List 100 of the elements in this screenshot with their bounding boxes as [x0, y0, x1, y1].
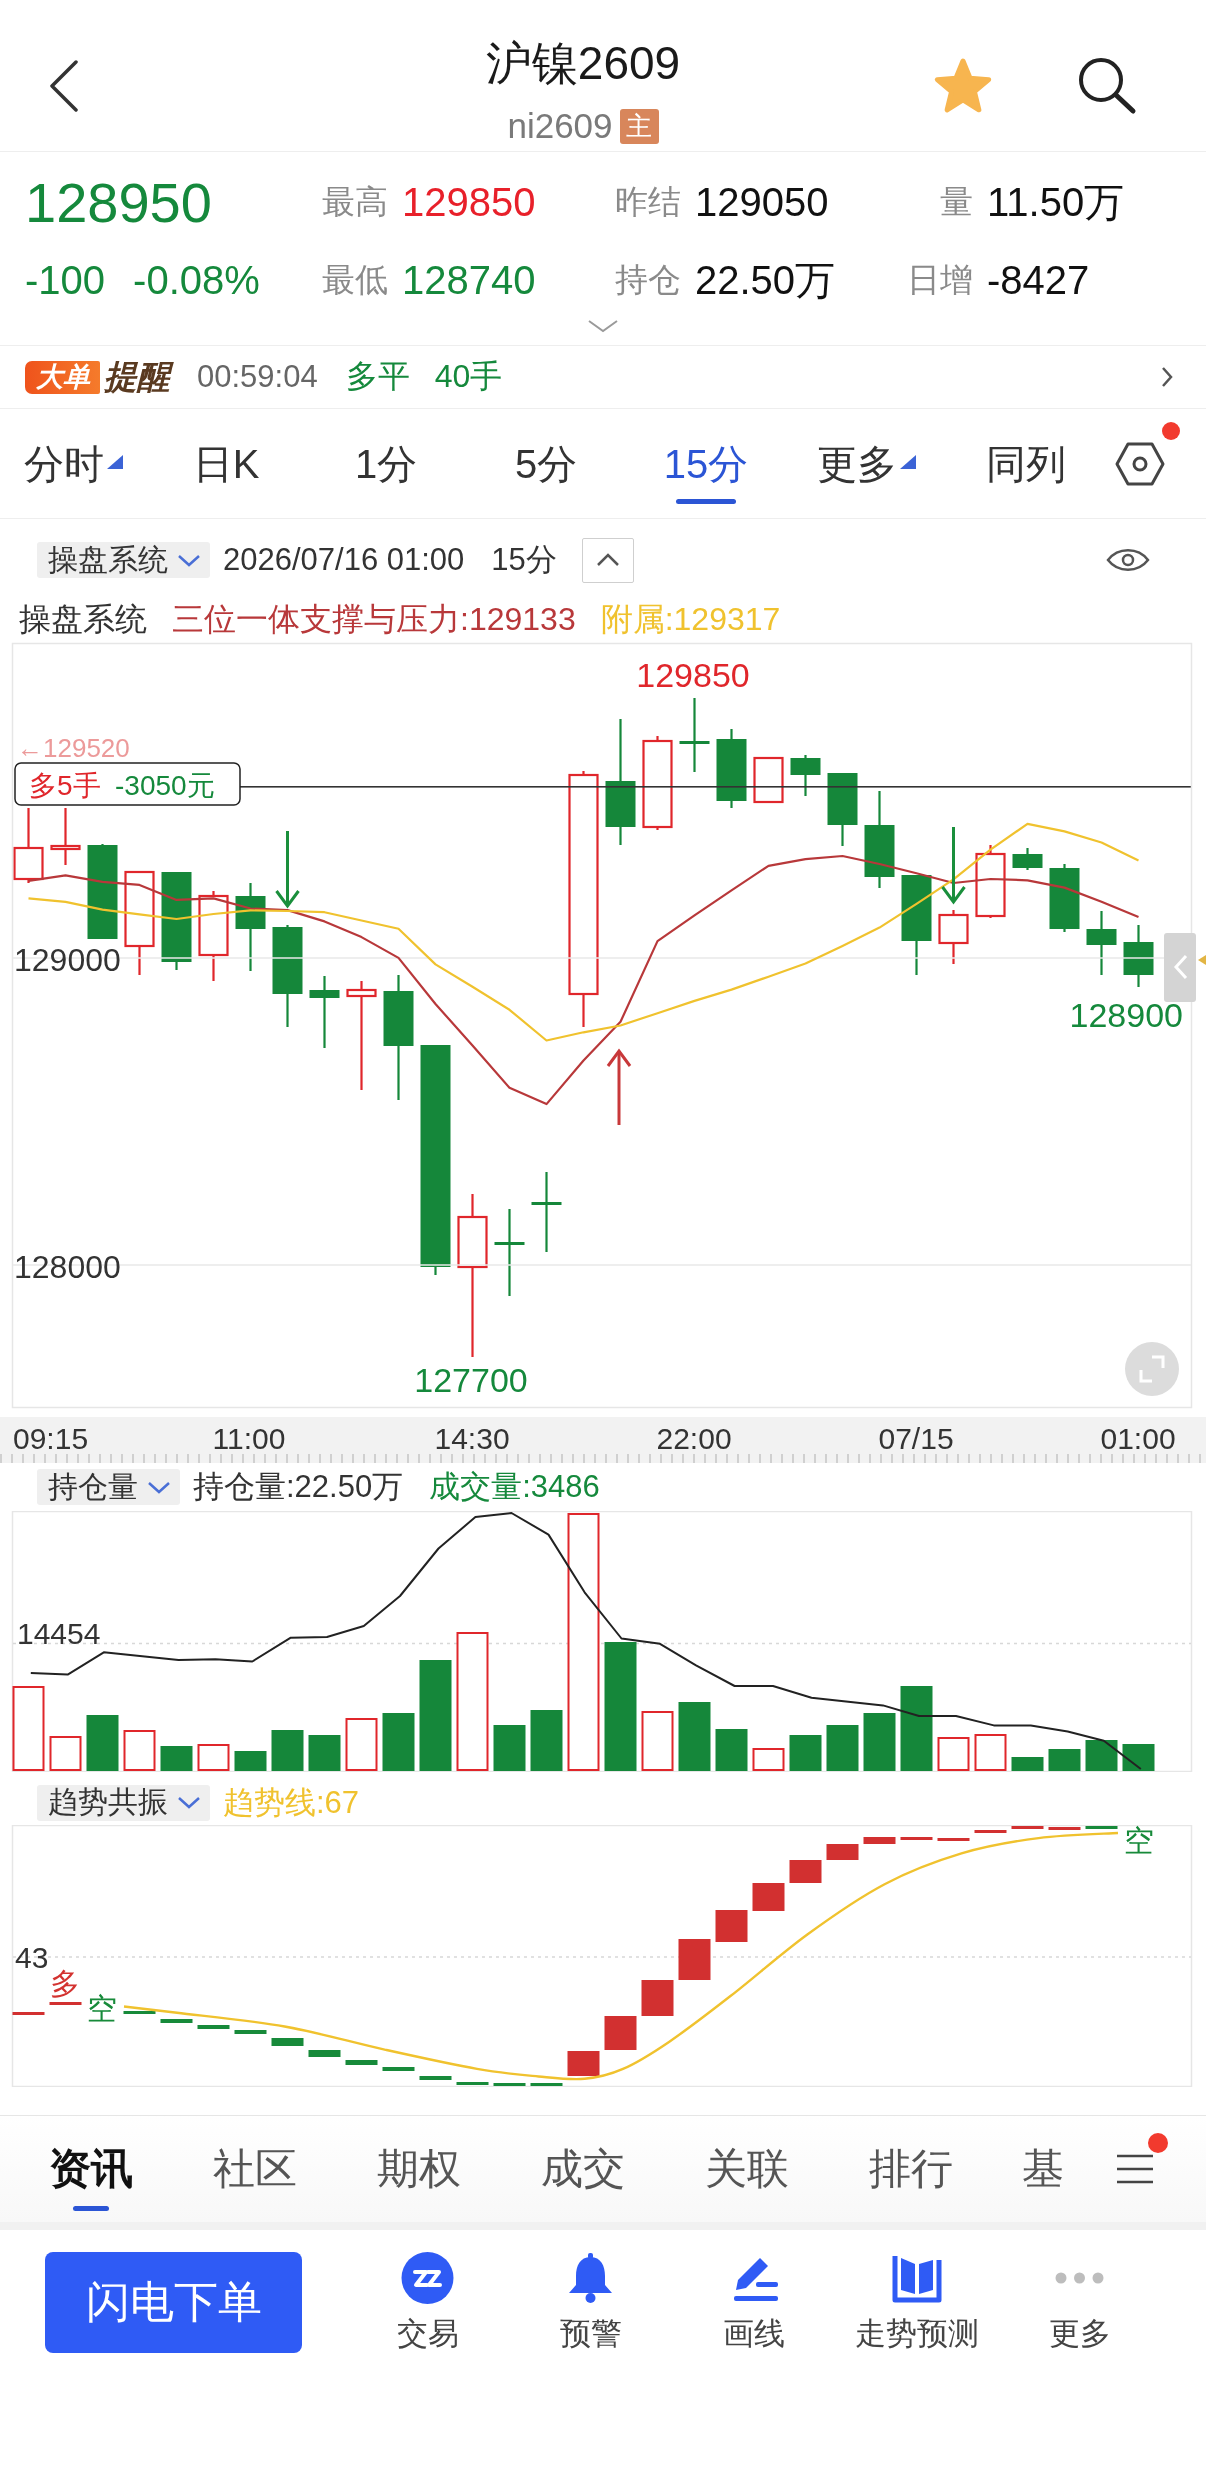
indicator-dropdown[interactable]: 趋势共振 [37, 1784, 210, 1821]
rising-candle [938, 910, 969, 964]
eye-icon[interactable] [1106, 547, 1150, 573]
chart-datetime: 2026/07/16 01:00 [223, 542, 465, 578]
trend-bar [530, 2083, 563, 2086]
trend-bar [271, 2038, 304, 2046]
chevron-left-icon[interactable] [48, 60, 79, 112]
section-tab[interactable]: 排行 [869, 2124, 953, 2214]
axis-label: 128000 [14, 1249, 121, 1285]
price-marker-icon [1198, 955, 1206, 965]
contract-title: 沪镍2609 [485, 36, 681, 91]
trend-bar [234, 2030, 267, 2034]
section-tab[interactable]: 基 [1022, 2124, 1064, 2214]
trend-bar [641, 1980, 674, 2016]
trend-bar [382, 2067, 415, 2071]
trend-bar [419, 2076, 452, 2080]
volume-bar [382, 1713, 415, 1771]
rising-candle [50, 808, 81, 865]
section-tab[interactable]: 关联 [705, 2124, 789, 2214]
falling-candle [1012, 848, 1043, 870]
up-arrow-icon [606, 1048, 632, 1125]
volume-bar [937, 1737, 970, 1771]
volume-bar [234, 1751, 267, 1771]
flash-order-button[interactable]: 闪电下单 [45, 2252, 302, 2353]
period-tab[interactable]: 5分 [514, 419, 578, 508]
volume-value: 成交量:3486 [429, 1468, 600, 1506]
chevron-right-icon[interactable] [1161, 366, 1173, 388]
period-tab[interactable]: 1分 [354, 419, 418, 508]
position-pnl: -3050元 [115, 769, 215, 801]
legend-label: 附属:129317 [600, 599, 781, 639]
settings-icon[interactable] [1115, 441, 1165, 486]
alert-volume: 40手 [434, 357, 503, 396]
section-tab[interactable]: 期权 [377, 2124, 461, 2214]
down-arrow-icon [941, 827, 966, 905]
falling-candle [790, 755, 821, 796]
collapse-button[interactable] [581, 537, 634, 583]
trend-bar [789, 1860, 822, 1883]
trend-bar [456, 2082, 489, 2085]
period-tab[interactable]: 更多 [816, 419, 916, 508]
trend-bar [160, 2019, 193, 2023]
menu-icon[interactable] [1115, 2153, 1155, 2185]
toolbar-button[interactable]: 交易 [396, 2252, 459, 2352]
volume-bar [308, 1735, 341, 1771]
last-price-label: 128900 [1069, 996, 1183, 1034]
disc-icon [400, 2252, 455, 2304]
section-tab[interactable]: 社区 [213, 2124, 297, 2214]
period-tab[interactable]: 分时 [23, 419, 123, 508]
period-tab[interactable]: 15分 [663, 419, 749, 508]
percent-change: -0.08% [133, 257, 260, 303]
trend-bar [493, 2083, 526, 2086]
caret-icon [177, 1796, 201, 1809]
stat-label: 量 [939, 181, 973, 222]
trend-bar [900, 1837, 933, 1840]
high-price-label: 129850 [636, 656, 750, 694]
price-change: -100 [25, 257, 106, 303]
main-contract-badge: 主 [619, 108, 659, 144]
volume-bar [160, 1746, 193, 1771]
toolbar-button[interactable]: 走势预测 [854, 2252, 979, 2352]
signal-label: 空 [1124, 1825, 1154, 1857]
trend-bar [308, 2050, 341, 2057]
contract-code: ni2609 [507, 107, 613, 145]
trend-bar [1048, 1827, 1081, 1830]
trend-bar [49, 2002, 82, 2005]
trend-bar [1011, 1826, 1044, 1829]
time-label: 09:15 [13, 1422, 89, 1456]
trend-bar [567, 2051, 600, 2076]
indicator-dropdown[interactable]: 持仓量 [37, 1469, 180, 1505]
search-icon[interactable] [1076, 55, 1138, 115]
toolbar-button[interactable]: 画线 [722, 2252, 785, 2352]
volume-bar [1011, 1757, 1044, 1771]
period-tab[interactable]: 日K [192, 419, 260, 508]
trend-bar [752, 1883, 785, 1911]
chart-period: 15分 [491, 541, 557, 579]
down-arrow-icon [275, 831, 300, 909]
caret-icon [177, 553, 201, 567]
section-tab[interactable]: 资讯 [49, 2124, 133, 2214]
falling-candle [1049, 864, 1080, 932]
volume-bar [863, 1713, 896, 1771]
chevron-down-icon[interactable] [587, 319, 619, 333]
period-tab[interactable]: 同列 [986, 419, 1066, 508]
trend-bar [345, 2060, 378, 2065]
time-label: 14:30 [434, 1422, 510, 1456]
volume-bar [1048, 1749, 1081, 1771]
volume-bar [678, 1702, 711, 1771]
trend-bar [974, 1830, 1007, 1833]
trend-bar [715, 1910, 748, 1942]
stat-value: -8427 [987, 257, 1090, 303]
time-label: 11:00 [212, 1422, 286, 1456]
toolbar-button[interactable]: 更多 [1048, 2252, 1111, 2352]
toolbar-button[interactable]: 预警 [559, 2252, 622, 2352]
price-line-label: ←129520 [17, 733, 130, 763]
signal-label: 多 [50, 1966, 80, 2000]
trend-bar [937, 1838, 970, 1841]
open-interest-value: 持仓量:22.50万 [193, 1468, 404, 1506]
section-tab[interactable]: 成交 [541, 2124, 625, 2214]
volume-bar [826, 1725, 859, 1771]
indicator-dropdown[interactable]: 操盘系统 [37, 542, 210, 578]
volume-bar [197, 1744, 230, 1771]
stat-label: 日增 [906, 259, 973, 300]
time-label: 22:00 [656, 1422, 732, 1456]
